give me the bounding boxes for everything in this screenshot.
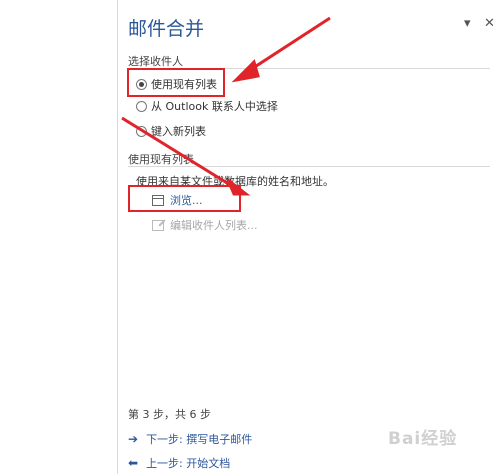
previous-step-label: 上一步: 开始文档 [146,457,231,470]
radio-label: 键入新列表 [151,125,206,138]
next-step-label: 下一步: 撰写电子邮件 [146,433,253,446]
document-area [0,0,117,474]
edit-recipient-list-button[interactable]: 编辑收件人列表... [152,217,258,233]
radio-outlook-contacts[interactable]: 从 Outlook 联系人中选择 [136,98,278,114]
highlight-box-existing-list [127,68,225,97]
edit-label: 编辑收件人列表... [170,219,258,232]
highlight-box-browse [128,185,241,212]
edit-list-icon [152,219,164,231]
arrow-left-icon: ⬅ [128,456,139,470]
next-step-link[interactable]: ➔ 下一步: 撰写电子邮件 [128,431,252,447]
existing-list-heading: 使用现有列表 [128,153,194,166]
radio-button[interactable] [136,100,147,112]
close-icon[interactable]: ✕ [484,16,495,31]
radio-button[interactable] [136,125,147,137]
select-recipients-heading: 选择收件人 [128,55,183,68]
watermark: Bai经验 [388,429,458,449]
dropdown-arrow-icon[interactable]: ▾ [464,16,471,31]
step-indicator: 第 3 步，共 6 步 [128,408,211,421]
previous-step-link[interactable]: ⬅ 上一步: 开始文档 [128,455,230,471]
section-divider [128,166,490,167]
radio-label: 从 Outlook 联系人中选择 [151,100,278,113]
pane-title: 邮件合并 [128,18,205,40]
arrow-right-icon: ➔ [128,432,139,446]
radio-type-new-list[interactable]: 键入新列表 [136,123,206,139]
